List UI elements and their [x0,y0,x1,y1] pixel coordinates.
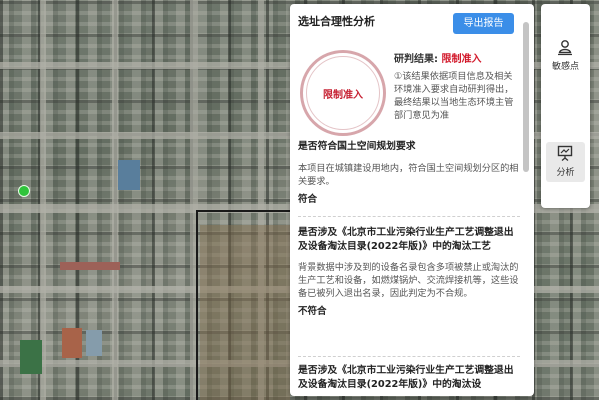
panel-header: 选址合理性分析 导出报告 [290,4,534,38]
presentation-board-icon [557,145,573,161]
panel-scrollbar[interactable] [523,22,529,392]
stamp-text: 限制准入 [323,90,363,101]
tool-analysis[interactable]: 分析 [546,142,585,182]
check-section: 是否符合国土空间规划要求 本项目在城镇建设用地内，符合国土空间规划分区的相关要求… [298,140,520,205]
check-title: 是否涉及《北京市工业污染行业生产工艺调整退出及设备淘汰目录(2022年版)》中的… [298,227,514,252]
check-section: 是否涉及《北京市工业污染行业生产工艺调整退出及设备淘汰目录(2022年版)》中的… [298,226,520,317]
check-section: 是否涉及《北京市工业污染行业生产工艺调整退出及设备淘汰目录(2022年版)》中的… [298,364,520,391]
section-divider [298,356,520,357]
location-person-icon [558,40,572,56]
tool-label: 分析 [556,168,575,178]
export-report-button[interactable]: 导出报告 [453,13,514,34]
check-title: 是否涉及《北京市工业污染行业生产工艺调整退出及设备淘汰目录(2022年版)》中的… [298,365,514,390]
tool-sensitive-points[interactable]: 敏感点 [546,36,585,76]
verdict-stamp: 限制准入 [300,50,386,136]
verdict-note: ①该结果依据项目信息及相关环境准入要求自动研判得出，最终结果以当地生态环境主管部… [394,71,514,121]
verdict-value: 限制准入 [441,54,482,65]
map-toolbar: 敏感点 分析 [541,4,590,208]
panel-title: 选址合理性分析 [298,15,375,28]
check-title: 是否符合国土空间规划要求 [298,141,416,152]
verdict-label: 研判结果: [394,54,438,65]
tool-label: 敏感点 [551,62,579,72]
map-location-marker[interactable] [18,185,30,197]
scrollbar-thumb[interactable] [523,22,529,172]
section-divider [298,216,520,217]
check-result: 不符合 [298,306,327,317]
check-result: 符合 [298,193,318,205]
verdict-line: 研判结果: 限制准入 [394,50,481,65]
check-description: 本项目在城镇建设用地内，符合国土空间规划分区的相关要求。 [298,162,519,187]
check-description: 背景数据中涉及到的设备名录包含多项被禁止或淘汰的生产工艺和设备，如燃煤锅炉、交流… [298,262,519,299]
analysis-panel: 选址合理性分析 导出报告 限制准入 研判结果: 限制准入 ①该结果依据项目信息及… [290,4,534,396]
